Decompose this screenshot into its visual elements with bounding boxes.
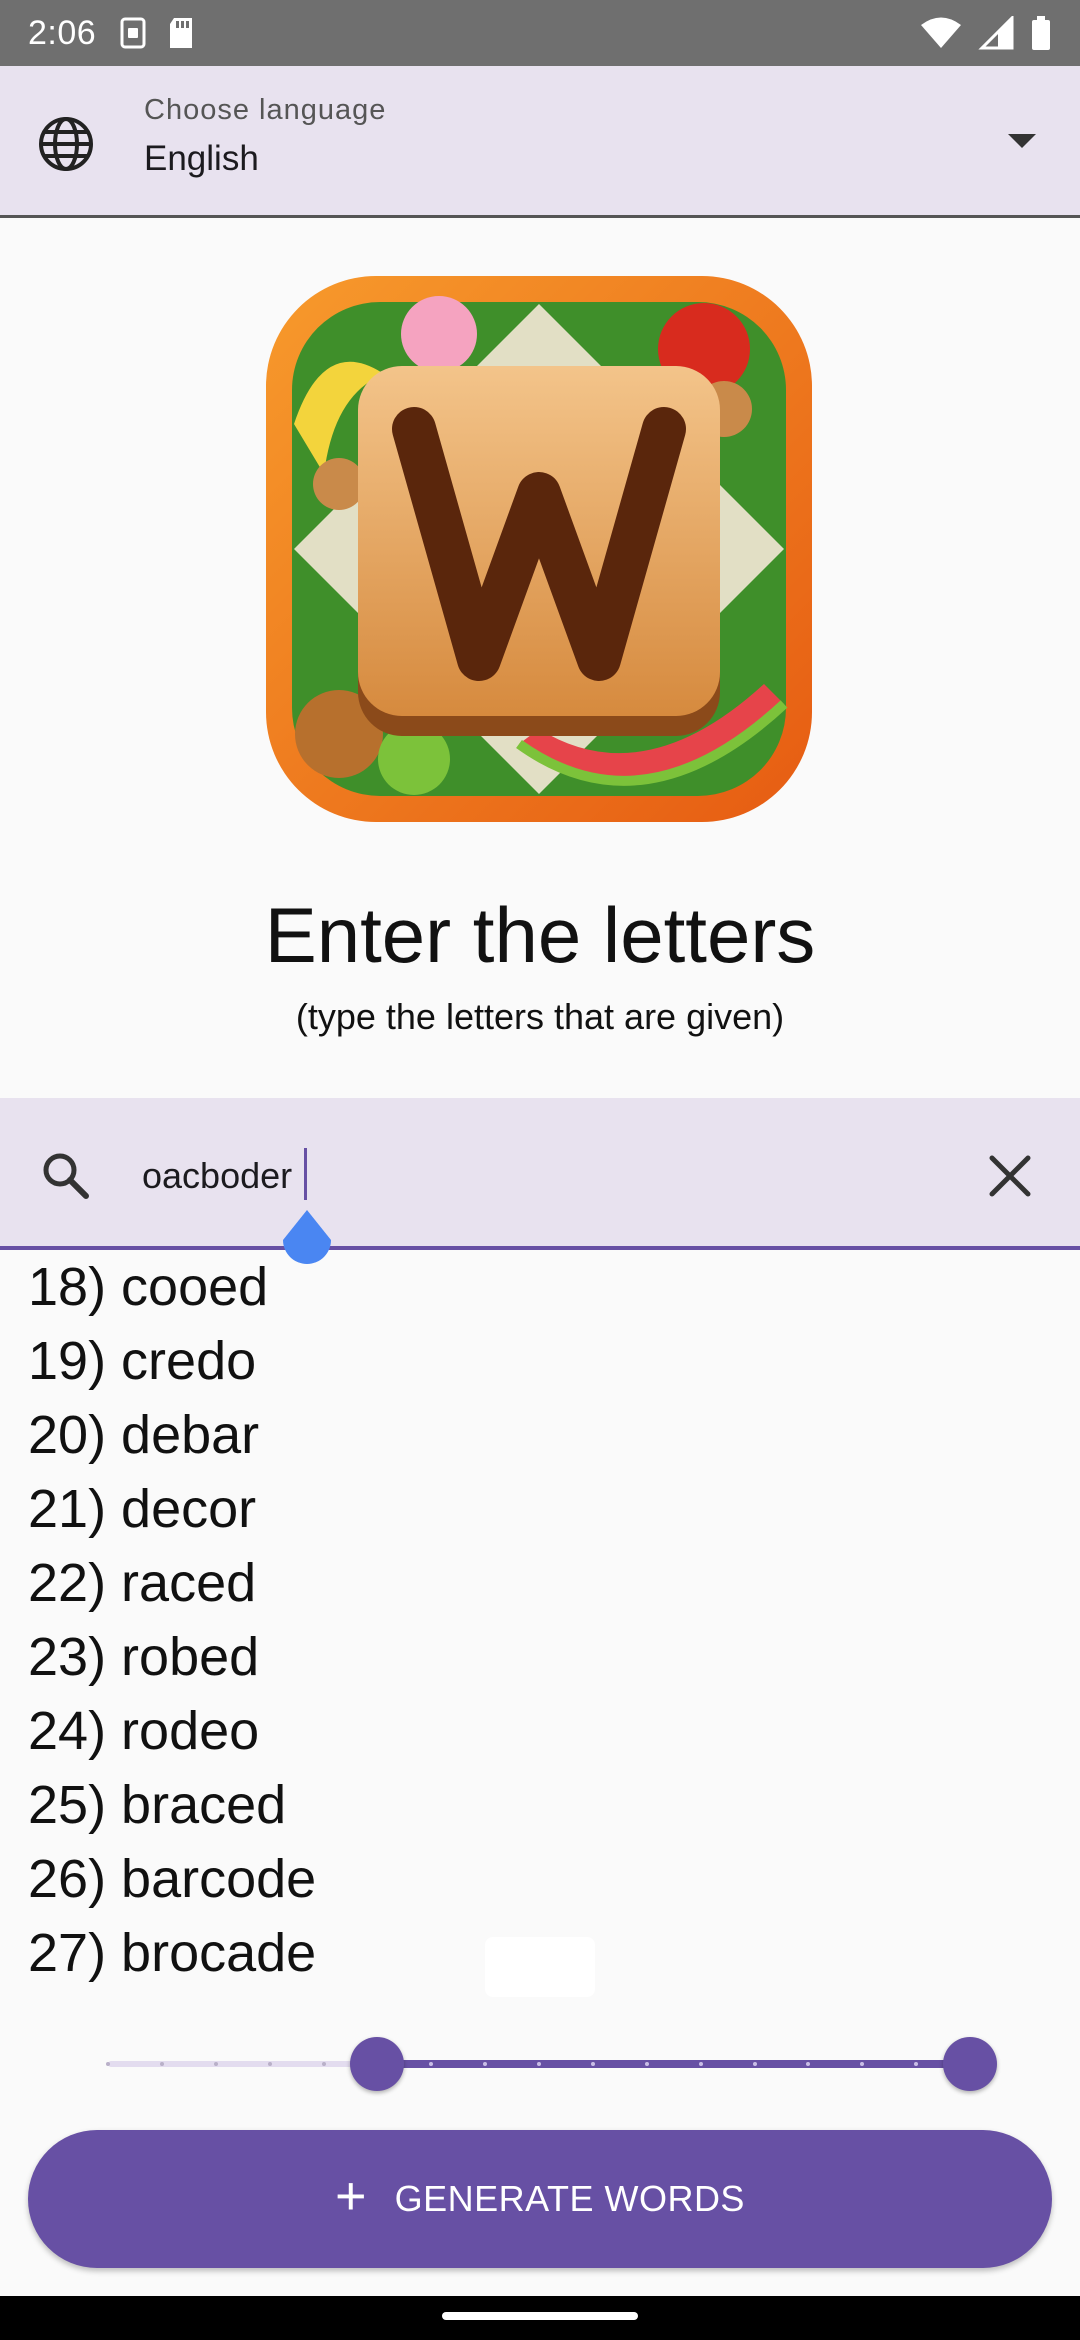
sim-icon: [120, 17, 146, 49]
list-item: 18) cooed: [28, 1257, 269, 1317]
status-time: 2:06: [28, 13, 97, 52]
dropdown-arrow-icon[interactable]: [1008, 134, 1036, 148]
letters-search-bar: [0, 1098, 1080, 1250]
text-caret: [304, 1148, 307, 1200]
slider-thumb-start[interactable]: [350, 2037, 405, 2091]
page-title: Enter the letters: [264, 891, 816, 979]
slider-tick: [159, 2062, 164, 2066]
word-length-range-slider[interactable]: [100, 2034, 1000, 2094]
slider-tick: [321, 2062, 326, 2066]
slider-tick: [590, 2062, 595, 2066]
letters-input[interactable]: [142, 1146, 842, 1206]
slider-tick: [752, 2062, 757, 2066]
slider-track-active: [377, 2060, 970, 2068]
plus-icon: +: [335, 2166, 367, 2226]
slider-tick: [537, 2062, 541, 2066]
sd-card-icon: [170, 18, 193, 48]
list-item: 21) decor: [28, 1479, 257, 1539]
status-bar: 2:06: [0, 0, 1080, 66]
battery-icon: [1032, 16, 1050, 50]
list-item: 26) barcode: [28, 1849, 317, 1909]
slider-tick: [213, 2062, 218, 2066]
home-gesture-handle[interactable]: [442, 2312, 638, 2320]
list-item: 22) raced: [28, 1553, 257, 1613]
language-text: Choose language English: [144, 94, 386, 179]
word-results-list[interactable]: 18) cooed 19) credo 20) debar 21) decor …: [0, 1256, 1080, 2016]
list-item: 24) rodeo: [28, 1701, 260, 1761]
list-item: 25) braced: [28, 1775, 287, 1835]
search-icon: [43, 1153, 89, 1199]
list-item: 20) debar: [28, 1405, 260, 1465]
slider-tick: [698, 2062, 703, 2066]
slider-thumb-end[interactable]: [943, 2037, 997, 2091]
language-selector[interactable]: Choose language English: [0, 66, 1080, 218]
system-nav-bar: [0, 2296, 1080, 2340]
wifi-icon: [921, 17, 961, 48]
language-value: English: [144, 139, 259, 178]
toast-popup: [485, 1937, 595, 1997]
slider-tick: [644, 2062, 649, 2066]
app-logo: [266, 276, 812, 822]
list-item: 19) credo: [28, 1331, 257, 1391]
page-subtitle: (type the letters that are given): [295, 996, 785, 1037]
globe-icon: [39, 117, 93, 171]
language-caption: Choose language: [144, 94, 387, 126]
list-item: 23) robed: [28, 1627, 260, 1687]
slider-track-inactive: [108, 2061, 378, 2067]
status-icons-right: [920, 15, 1052, 51]
clear-icon[interactable]: [982, 1148, 1038, 1204]
status-icons-left: [118, 16, 196, 50]
generate-words-button[interactable]: + GENERATE WORDS: [28, 2130, 1052, 2268]
slider-tick: [267, 2062, 272, 2066]
slider-tick: [106, 2062, 110, 2066]
list-item: 27) brocade: [28, 1923, 317, 1983]
signal-icon: [978, 16, 1014, 50]
generate-words-label: GENERATE WORDS: [394, 2178, 745, 2219]
